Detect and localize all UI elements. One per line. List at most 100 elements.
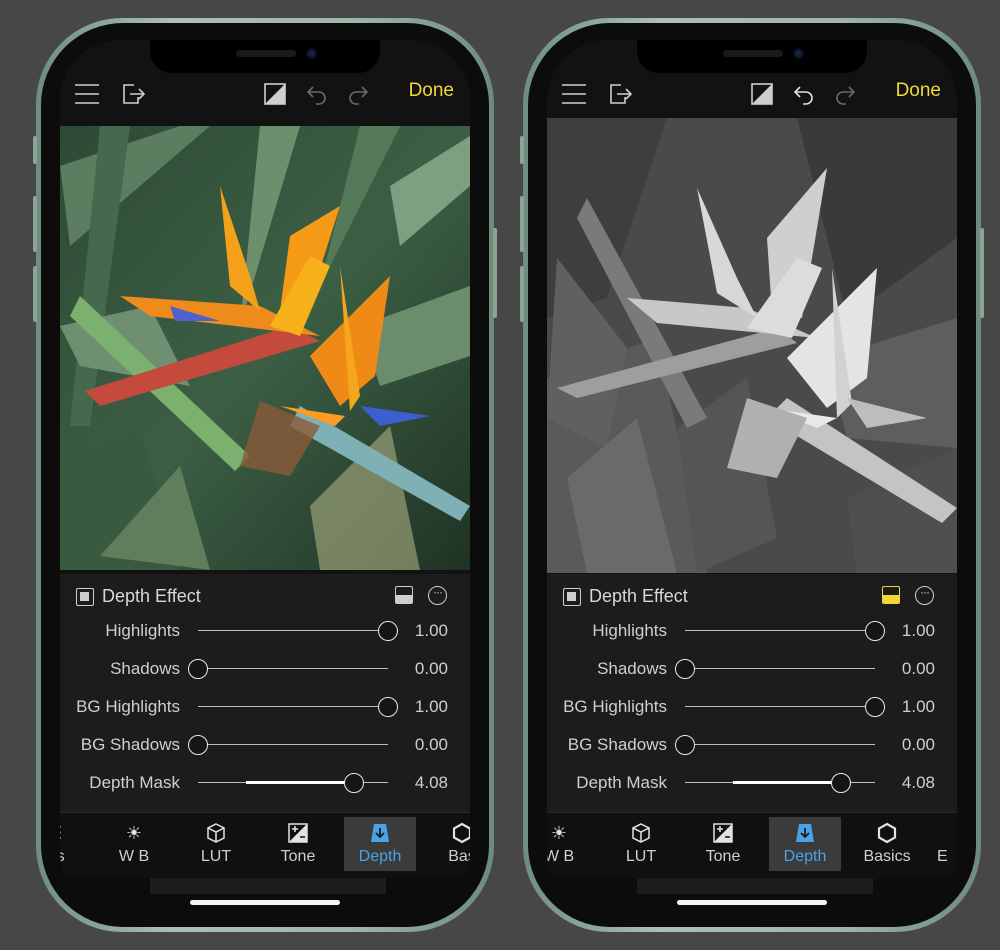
tab-depth[interactable]: Depth	[769, 817, 841, 871]
photo-preview[interactable]	[60, 126, 470, 570]
panel-header: Depth Effect ···	[60, 574, 470, 616]
home-indicator[interactable]	[190, 900, 340, 905]
tab-presets[interactable]: ☰ ets	[60, 817, 90, 871]
slider-row-bg-highlights: BG Highlights 1.00	[547, 688, 957, 726]
slider-row-bg-highlights: BG Highlights 1.00	[60, 688, 470, 726]
show-mask-icon[interactable]	[882, 586, 900, 604]
home-area	[60, 878, 470, 912]
tab-effects[interactable]: E	[933, 817, 957, 871]
tab-label: E	[937, 848, 948, 865]
tab-label: Depth	[358, 848, 402, 865]
tab-basics[interactable]: Basics	[851, 817, 923, 871]
slider-track[interactable]	[198, 668, 388, 669]
volume-down-button	[33, 266, 37, 322]
slider-row-highlights: Highlights 1.00	[547, 612, 957, 650]
export-icon[interactable]	[120, 81, 146, 107]
tab-white-balance[interactable]: ☀ W B	[547, 817, 595, 871]
depth-effect-checkbox[interactable]	[563, 588, 581, 606]
phone-left: Done Depth Effect ··· Highlights 1.00 Sh…	[33, 18, 497, 932]
more-options-icon[interactable]: ···	[428, 586, 447, 605]
slider-track[interactable]	[198, 630, 388, 631]
home-strip	[637, 878, 873, 894]
tab-tone[interactable]: Tone	[262, 817, 334, 871]
slider-knob[interactable]	[865, 697, 885, 717]
front-camera	[793, 48, 804, 59]
tab-white-balance[interactable]: ☀ W B	[98, 817, 170, 871]
done-button[interactable]: Done	[896, 80, 941, 102]
slider-knob[interactable]	[343, 773, 364, 793]
slider-track[interactable]	[685, 668, 875, 669]
compare-icon[interactable]	[749, 81, 775, 107]
slider-label: BG Highlights	[563, 697, 667, 716]
slider-track[interactable]	[198, 706, 388, 707]
tab-lut[interactable]: LUT	[180, 817, 252, 871]
slider-row-shadows: Shadows 0.00	[547, 650, 957, 688]
tool-tab-bar: ☰ ets ☀ W B LUT Tone	[60, 812, 470, 878]
slider-value: 1.00	[414, 621, 448, 640]
hamburger-menu-icon[interactable]	[561, 81, 587, 107]
slider-knob[interactable]	[378, 621, 398, 641]
tab-depth[interactable]: Depth	[344, 817, 416, 871]
export-icon[interactable]	[607, 81, 633, 107]
undo-icon[interactable]	[304, 81, 330, 107]
slider-track[interactable]	[685, 630, 875, 631]
slider-knob[interactable]	[865, 621, 885, 641]
slider-track[interactable]	[685, 706, 875, 707]
tab-tone[interactable]: Tone	[687, 817, 759, 871]
top-toolbar: Done	[60, 70, 470, 118]
slider-knob[interactable]	[188, 659, 208, 679]
tab-label: Basics	[863, 848, 911, 865]
side-button	[493, 228, 497, 318]
depth-icon	[794, 822, 816, 844]
depth-effect-panel: Depth Effect ··· Highlights 1.00 Shadows…	[60, 574, 470, 824]
slider-knob[interactable]	[675, 735, 695, 755]
slider-range-fill	[732, 781, 841, 784]
volume-down-button	[520, 266, 524, 322]
volume-up-button	[520, 196, 524, 252]
tab-label: Depth	[783, 848, 827, 865]
speaker	[236, 50, 296, 57]
slider-value: 0.00	[414, 659, 448, 678]
home-strip	[150, 878, 386, 894]
slider-value: 0.00	[414, 735, 448, 754]
slider-knob[interactable]	[188, 735, 208, 755]
slider-label: Depth Mask	[576, 773, 667, 792]
tool-tab-bar: ☀ W B LUT Tone Depth	[547, 812, 957, 878]
slider-track[interactable]	[685, 744, 875, 745]
compare-icon[interactable]	[262, 81, 288, 107]
tone-icon	[712, 822, 734, 844]
slider-knob[interactable]	[830, 773, 851, 793]
more-options-icon[interactable]: ···	[915, 586, 934, 605]
tab-label: W B	[118, 848, 150, 865]
slider-label: BG Shadows	[80, 735, 180, 754]
slider-knob[interactable]	[378, 697, 398, 717]
front-camera	[306, 48, 317, 59]
depth-effect-panel: Depth Effect ··· Highlights 1.00 Shadows…	[547, 574, 957, 824]
slider-label: Shadows	[597, 659, 667, 678]
slider-row-bg-shadows: BG Shadows 0.00	[60, 726, 470, 764]
redo-icon[interactable]	[345, 81, 371, 107]
home-area	[547, 878, 957, 912]
depth-map-preview[interactable]	[547, 118, 957, 573]
tab-basics[interactable]: Bas	[426, 817, 470, 871]
top-toolbar: Done	[547, 70, 957, 118]
slider-knob[interactable]	[675, 659, 695, 679]
slider-range-fill	[245, 781, 354, 784]
hexagon-icon	[451, 822, 470, 844]
slider-label: Shadows	[110, 659, 180, 678]
show-mask-icon[interactable]	[395, 586, 413, 604]
slider-track[interactable]	[198, 744, 388, 745]
redo-icon[interactable]	[832, 81, 858, 107]
hamburger-menu-icon[interactable]	[74, 81, 100, 107]
mute-switch	[520, 136, 524, 164]
notch	[150, 40, 380, 73]
home-indicator[interactable]	[677, 900, 827, 905]
tab-lut[interactable]: LUT	[605, 817, 677, 871]
slider-row-depth-mask: Depth Mask 4.08	[547, 764, 957, 802]
done-button[interactable]: Done	[409, 80, 454, 102]
depth-effect-checkbox[interactable]	[76, 588, 94, 606]
tab-label: LUT	[200, 848, 232, 865]
undo-icon[interactable]	[791, 81, 817, 107]
cube-icon	[630, 822, 652, 844]
slider-row-bg-shadows: BG Shadows 0.00	[547, 726, 957, 764]
